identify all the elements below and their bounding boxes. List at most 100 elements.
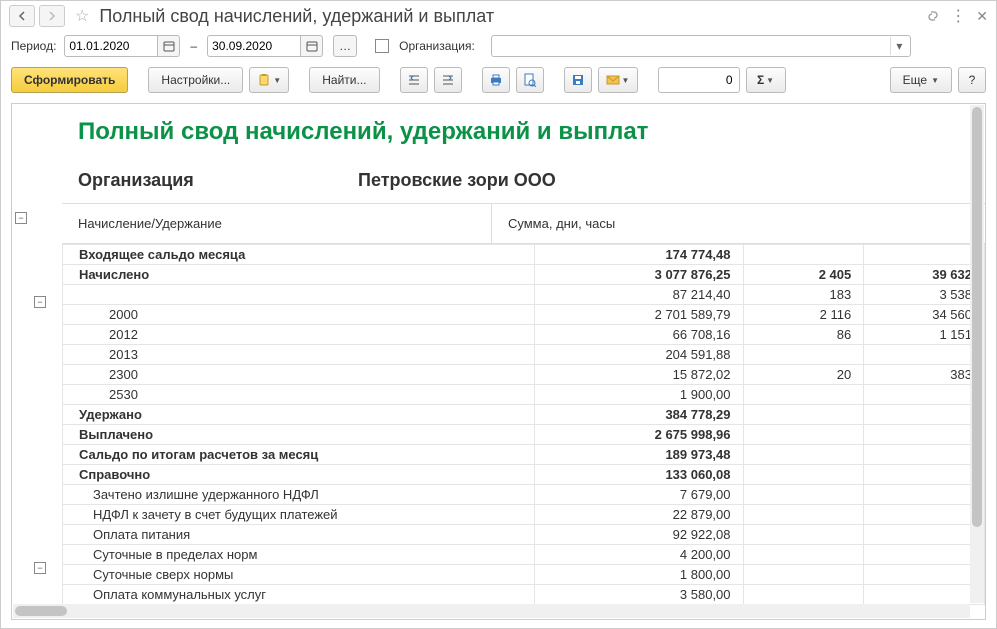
report-org-value: Петровские зори ООО [358, 170, 556, 191]
cell-value [864, 525, 985, 545]
cell-value [864, 345, 985, 365]
cell-value: 22 879,00 [534, 505, 743, 525]
period-from-calendar-button[interactable] [158, 35, 180, 57]
period-from-input[interactable] [64, 35, 158, 57]
sigma-dropdown-button[interactable]: Σ ▼ [746, 67, 786, 93]
cell-value: 7 679,00 [534, 485, 743, 505]
table-row[interactable]: Выплачено2 675 998,96 [63, 425, 985, 445]
cell-value: 3 077 876,25 [534, 265, 743, 285]
kebab-menu-icon[interactable]: ⋮ [950, 6, 966, 26]
cell-name: Зачтено излишне удержанного НДФЛ [63, 485, 535, 505]
generate-button[interactable]: Сформировать [11, 67, 128, 93]
organization-checkbox[interactable] [375, 39, 389, 53]
cell-value: 2 675 998,96 [534, 425, 743, 445]
cell-name: Справочно [63, 465, 535, 485]
help-button[interactable]: ? [958, 67, 986, 93]
report-title: Полный свод начислений, удержаний и выпл… [62, 104, 985, 150]
cell-name: НДФЛ к зачету в счет будущих платежей [63, 505, 535, 525]
link-icon[interactable] [926, 9, 940, 23]
cell-name: 2012 [63, 325, 535, 345]
nav-back-button[interactable] [9, 5, 35, 27]
table-row[interactable]: 201266 708,16861 151 [63, 325, 985, 345]
period-label: Период: [11, 39, 56, 53]
cell-value: 133 060,08 [534, 465, 743, 485]
cell-name: Сальдо по итогам расчетов за месяц [63, 445, 535, 465]
more-button[interactable]: Еще ▼ [890, 67, 952, 93]
table-row[interactable]: Суточные в пределах норм4 200,00 [63, 545, 985, 565]
cell-name: Оплата питания [63, 525, 535, 545]
cell-value [743, 525, 864, 545]
cell-value: 1 151 [864, 325, 985, 345]
preview-button[interactable] [516, 67, 544, 93]
outline-gutter: − − − [12, 104, 62, 619]
table-row[interactable]: Удержано384 778,29 [63, 405, 985, 425]
table-row[interactable]: 87 214,401833 538 [63, 285, 985, 305]
organization-select[interactable]: ▾ [491, 35, 911, 57]
outline-toggle[interactable]: − [34, 562, 46, 574]
cell-value [743, 545, 864, 565]
cell-value [864, 465, 985, 485]
cell-name: Удержано [63, 405, 535, 425]
clipboard-icon [257, 73, 271, 87]
table-row[interactable]: Зачтено излишне удержанного НДФЛ7 679,00 [63, 485, 985, 505]
table-row[interactable]: Входящее сальдо месяца174 774,48 [63, 245, 985, 265]
cell-name: 2013 [63, 345, 535, 365]
table-row[interactable]: Оплата питания92 922,08 [63, 525, 985, 545]
period-to-input[interactable] [207, 35, 301, 57]
collapse-rows-icon [441, 73, 455, 87]
cell-value: 4 200,00 [534, 545, 743, 565]
cell-name: 2530 [63, 385, 535, 405]
table-row[interactable]: 20002 701 589,792 11634 560 [63, 305, 985, 325]
vertical-scrollbar[interactable] [970, 105, 984, 603]
floppy-icon [571, 73, 585, 87]
cell-value: 204 591,88 [534, 345, 743, 365]
cell-value [864, 565, 985, 585]
cell-value: 3 580,00 [534, 585, 743, 605]
email-dropdown-button[interactable]: ▼ [598, 67, 638, 93]
cell-value: 174 774,48 [534, 245, 743, 265]
table-row[interactable]: 230015 872,0220383 [63, 365, 985, 385]
cell-value [864, 585, 985, 605]
table-row[interactable]: НДФЛ к зачету в счет будущих платежей22 … [63, 505, 985, 525]
expand-rows-icon [407, 73, 421, 87]
cell-name: Суточные в пределах норм [63, 545, 535, 565]
cell-value: 86 [743, 325, 864, 345]
period-to-calendar-button[interactable] [301, 35, 323, 57]
number-input[interactable] [658, 67, 740, 93]
table-row[interactable]: Начислено3 077 876,252 40539 632 [63, 265, 985, 285]
cell-value: 2 116 [743, 305, 864, 325]
cell-name [63, 285, 535, 305]
table-row[interactable]: Оплата коммунальных услуг3 580,00 [63, 585, 985, 605]
find-button[interactable]: Найти... [309, 67, 379, 93]
envelope-icon [606, 74, 620, 86]
column-header-amounts: Сумма, дни, часы [492, 204, 985, 243]
collapse-rows-button[interactable] [434, 67, 462, 93]
nav-forward-button[interactable] [39, 5, 65, 27]
table-row[interactable]: Суточные сверх нормы1 800,00 [63, 565, 985, 585]
save-button[interactable] [564, 67, 592, 93]
cell-value: 189 973,48 [534, 445, 743, 465]
cell-name: Начислено [63, 265, 535, 285]
cell-value: 15 872,02 [534, 365, 743, 385]
clipboard-dropdown-button[interactable]: ▼ [249, 67, 289, 93]
cell-value: 92 922,08 [534, 525, 743, 545]
expand-rows-button[interactable] [400, 67, 428, 93]
print-button[interactable] [482, 67, 510, 93]
outline-toggle[interactable]: − [15, 212, 27, 224]
table-row[interactable]: Сальдо по итогам расчетов за месяц189 97… [63, 445, 985, 465]
cell-value [864, 485, 985, 505]
sigma-icon: Σ [757, 73, 764, 87]
report-org-label: Организация [78, 170, 358, 191]
favorite-star-icon[interactable]: ☆ [75, 6, 89, 26]
settings-button[interactable]: Настройки... [148, 67, 243, 93]
outline-toggle[interactable]: − [34, 296, 46, 308]
period-picker-button[interactable]: … [333, 35, 357, 57]
preview-icon [523, 73, 537, 87]
cell-value: 183 [743, 285, 864, 305]
close-icon[interactable]: ✕ [976, 8, 988, 25]
horizontal-scrollbar[interactable] [13, 604, 970, 618]
table-row[interactable]: 2013204 591,88 [63, 345, 985, 365]
table-row[interactable]: Справочно133 060,08 [63, 465, 985, 485]
cell-value [743, 565, 864, 585]
table-row[interactable]: 25301 900,00 [63, 385, 985, 405]
